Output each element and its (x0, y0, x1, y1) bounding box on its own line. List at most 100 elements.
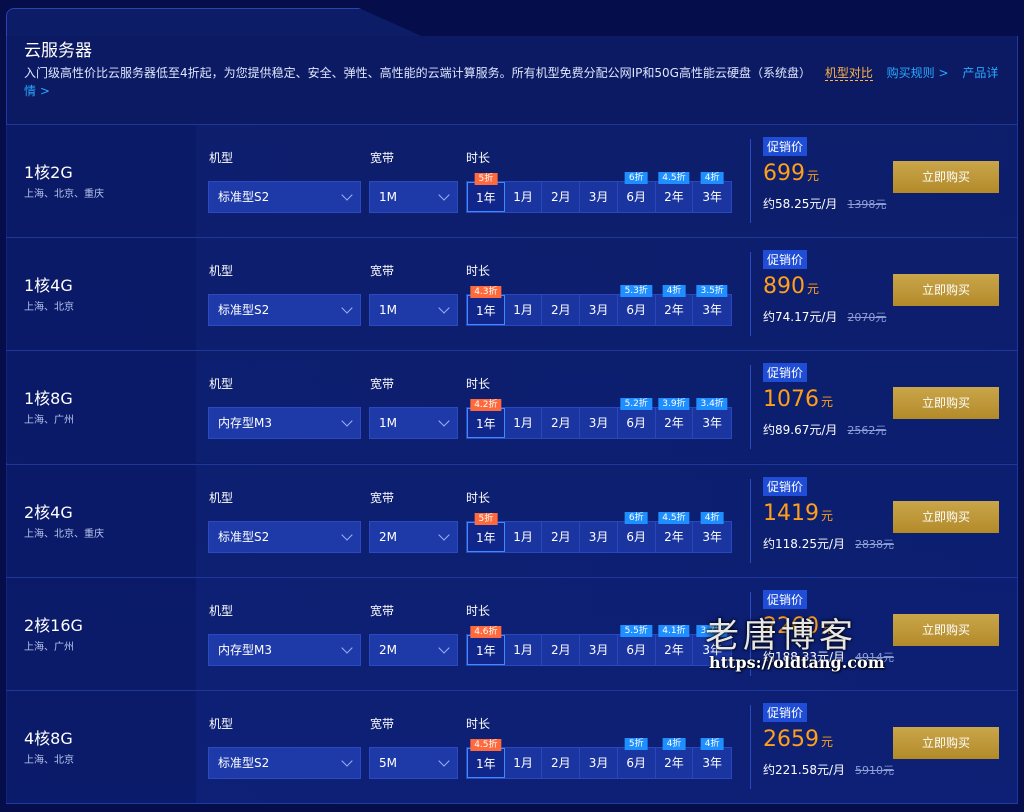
spec-name: 1核2G (24, 163, 73, 182)
duration-option[interactable]: 1月 (505, 748, 543, 778)
duration-option[interactable]: 6折 6月 (618, 172, 656, 212)
chevron-down-icon (438, 755, 450, 767)
duration-option[interactable]: 5.3折 6月 (618, 285, 656, 325)
plan-row: 2核4G 上海、北京、重庆 机型 宽带 时长 标准型S2 2M 5折 1年 1月 2月 3月 6折 6月 4… (6, 465, 1018, 577)
duration-option[interactable]: 3月 (580, 408, 618, 438)
type-select[interactable]: 内存型M3 (208, 407, 361, 439)
duration-option[interactable]: 4.5折 2年 (656, 172, 694, 212)
duration-label: 6月 (626, 530, 647, 544)
bandwidth-select[interactable]: 2M (369, 634, 458, 666)
buy-now-button[interactable]: 立即购买 (893, 727, 999, 759)
bandwidth-select[interactable]: 1M (369, 407, 458, 439)
duration-option[interactable]: 2月 (542, 295, 581, 325)
duration-option[interactable]: 5折 6月 (618, 738, 656, 778)
duration-option[interactable]: 4折 2年 (656, 285, 694, 325)
duration-option[interactable]: 4折 3年 (693, 738, 731, 778)
discount-badge: 5折 (624, 738, 648, 750)
duration-option[interactable]: 2月 (542, 635, 581, 665)
discount-badge: 3.5折 (696, 285, 728, 297)
bandwidth-value: 5M (379, 756, 397, 770)
spec-name: 1核4G (24, 276, 73, 295)
duration-label: 1年 (476, 191, 496, 205)
bandwidth-value: 1M (379, 303, 397, 317)
duration-option[interactable]: 2月 (542, 522, 581, 552)
duration-selector: 4.5折 1年 1月 2月 3月 5折 6月 4折 2年 4折 3年 (466, 738, 732, 779)
duration-option[interactable]: 3.5折 3年 (693, 285, 731, 325)
promo-price: 890 元 (763, 274, 819, 299)
bandwidth-label: 宽带 (370, 151, 395, 165)
price-unit: 元 (821, 735, 834, 749)
original-price: 5910元 (855, 764, 895, 777)
duration-option[interactable]: 3月 (580, 522, 618, 552)
discount-badge: 4.3折 (470, 286, 502, 298)
chevron-down-icon (341, 755, 353, 767)
buy-now-button[interactable]: 立即购买 (893, 274, 999, 306)
type-select[interactable]: 标准型S2 (208, 181, 361, 213)
duration-label: 1月 (513, 190, 533, 204)
buy-now-button[interactable]: 立即购买 (893, 614, 999, 646)
duration-option[interactable]: 4折 3年 (693, 512, 731, 552)
duration-option[interactable]: 1月 (505, 182, 543, 212)
discount-badge: 4折 (700, 172, 724, 184)
bandwidth-select[interactable]: 5M (369, 747, 458, 779)
type-select[interactable]: 标准型S2 (208, 747, 361, 779)
spec-regions: 上海、广州 (24, 642, 74, 653)
duration-option[interactable]: 3月 (580, 295, 618, 325)
duration-option[interactable]: 4折 3年 (693, 172, 731, 212)
chevron-down-icon (341, 302, 353, 314)
price-value: 2659 (763, 727, 819, 752)
purchase-rules-link[interactable]: 购买规则 > (887, 66, 949, 80)
bandwidth-select[interactable]: 1M (369, 294, 458, 326)
buy-now-button[interactable]: 立即购买 (893, 161, 999, 193)
duration-option[interactable]: 4折 2年 (656, 738, 694, 778)
duration-option[interactable]: 1月 (505, 522, 543, 552)
duration-label-heading: 时长 (466, 604, 491, 618)
duration-option[interactable]: 4.5折 2年 (656, 512, 694, 552)
type-value: 标准型S2 (218, 303, 270, 317)
duration-label: 3月 (588, 530, 609, 544)
duration-option[interactable]: 2月 (542, 182, 581, 212)
monthly-value: 约118.25元/月 (763, 537, 846, 551)
type-select[interactable]: 标准型S2 (208, 294, 361, 326)
duration-option[interactable]: 5折 1年 (467, 173, 505, 212)
duration-option[interactable]: 3月 (580, 635, 618, 665)
duration-option[interactable]: 1月 (505, 408, 543, 438)
type-select[interactable]: 内存型M3 (208, 634, 361, 666)
duration-selector: 5折 1年 1月 2月 3月 6折 6月 4.5折 2年 4折 3年 (466, 512, 732, 553)
type-label: 机型 (209, 377, 234, 391)
duration-option[interactable]: 3.4折 3年 (693, 398, 731, 438)
duration-option[interactable]: 5.5折 6月 (618, 625, 656, 665)
compare-models-link[interactable]: 机型对比 (824, 66, 873, 81)
duration-option[interactable]: 6折 6月 (618, 512, 656, 552)
duration-option[interactable]: 3月 (580, 182, 618, 212)
buy-now-button[interactable]: 立即购买 (893, 387, 999, 419)
duration-option[interactable]: 4.5折 1年 (467, 739, 505, 778)
duration-option[interactable]: 5.2折 6月 (618, 398, 656, 438)
duration-option[interactable]: 3月 (580, 748, 618, 778)
duration-option[interactable]: 2月 (542, 408, 581, 438)
price-divider (750, 365, 751, 449)
duration-option[interactable]: 1月 (505, 635, 543, 665)
bandwidth-select[interactable]: 1M (369, 181, 458, 213)
monthly-value: 约89.67元/月 (763, 423, 838, 437)
duration-option[interactable]: 3.7折 3年 (693, 625, 731, 665)
buy-now-button[interactable]: 立即购买 (893, 501, 999, 533)
plan-row: 1核8G 上海、广州 机型 宽带 时长 内存型M3 1M 4.2折 1年 1月 2月 3月 5.2折 6月… (6, 351, 1018, 463)
duration-label: 1月 (513, 756, 533, 770)
duration-option[interactable]: 2月 (542, 748, 581, 778)
promo-price: 1419 元 (763, 501, 833, 526)
duration-option[interactable]: 4.3折 1年 (467, 286, 505, 325)
duration-option[interactable]: 3.9折 2年 (656, 398, 694, 438)
promo-tag: 促销价 (763, 363, 808, 382)
duration-option[interactable]: 1月 (505, 295, 543, 325)
type-select[interactable]: 标准型S2 (208, 521, 361, 553)
price-divider (750, 705, 751, 789)
chevron-down-icon (438, 189, 450, 201)
duration-option[interactable]: 4.2折 1年 (467, 399, 505, 438)
price-value: 890 (763, 274, 805, 299)
header-tab-shape (6, 8, 426, 38)
duration-option[interactable]: 4.1折 2年 (656, 625, 694, 665)
duration-option[interactable]: 5折 1年 (467, 513, 505, 552)
bandwidth-select[interactable]: 2M (369, 521, 458, 553)
duration-option[interactable]: 4.6折 1年 (467, 626, 505, 665)
